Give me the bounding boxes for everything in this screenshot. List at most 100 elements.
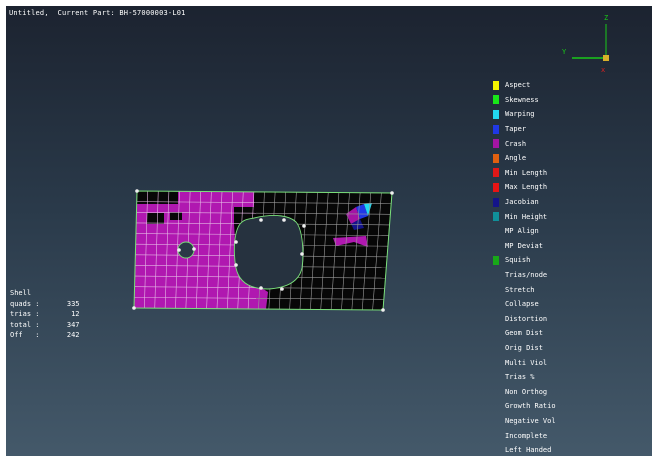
mesh-node (381, 308, 385, 312)
legend-swatch (493, 343, 499, 352)
legend-swatch (493, 197, 499, 207)
z-axis-label: Z (604, 14, 608, 22)
mesh-node (135, 189, 139, 193)
mesh-node (234, 263, 238, 267)
legend-label: Trias % (505, 373, 535, 382)
legend-swatch (493, 402, 499, 411)
check-elements-legend: Aspect Skewness Warping Taper Crash Angle Min … (493, 78, 556, 456)
legend-label: Squish (505, 256, 531, 265)
legend-swatch (493, 314, 499, 323)
legend-label: Warping (505, 110, 535, 119)
legend-item-negative-vol: Negative Vol (493, 414, 556, 429)
legend-item-min-height: Min Height (493, 209, 556, 224)
legend-item-orig-dist: Orig Dist (493, 341, 556, 356)
legend-item-trias: Trias % (493, 370, 556, 385)
legend-item-mp-align: MP Align (493, 224, 556, 239)
legend-item-non-orthog: Non Orthog (493, 384, 556, 399)
legend-swatch (493, 387, 499, 396)
legend-item-multi-viol: Multi Viol (493, 355, 556, 370)
mesh-node (280, 287, 284, 291)
legend-swatch (493, 212, 499, 222)
legend-swatch (493, 124, 499, 134)
legend-item-angle: Angle (493, 151, 556, 166)
mesh-node (390, 191, 394, 195)
legend-item-jacobian: Jacobian (493, 195, 556, 210)
legend-item-aspect: Aspect (493, 78, 556, 93)
legend-item-max-length: Max Length (493, 180, 556, 195)
legend-label: Non Orthog (505, 387, 548, 396)
mesh-node (282, 218, 286, 222)
legend-swatch (493, 446, 499, 455)
x-axis-label: x (601, 66, 605, 74)
y-axis-label: Y (562, 48, 567, 56)
mesh-node (192, 247, 196, 251)
legend-label: Orig Dist (505, 343, 543, 352)
legend-swatch (493, 153, 499, 163)
legend-label: Geom Dist (505, 329, 543, 338)
shell-stats: Shell quads :335 trias :12 total :347 Of… (10, 289, 80, 342)
legend-item-min-length: Min Length (493, 166, 556, 181)
legend-label: Left Handed (505, 446, 552, 455)
legend-label: Jacobian (505, 198, 539, 207)
legend-swatch (493, 373, 499, 382)
legend-label: Crash (505, 139, 527, 148)
mesh-node (302, 224, 306, 228)
legend-item-left-handed: Left Handed (493, 443, 556, 456)
legend-label: Negative Vol (505, 416, 556, 425)
legend-label: Collapse (505, 300, 539, 309)
legend-swatch (493, 416, 499, 425)
legend-item-squish: Squish (493, 253, 556, 268)
legend-swatch (493, 271, 499, 280)
legend-swatch (493, 285, 499, 294)
legend-label: Aspect (505, 81, 531, 90)
legend-label: MP Deviat (505, 241, 543, 250)
legend-label: MP Align (505, 227, 539, 236)
legend-label: Trias/node (505, 271, 548, 280)
legend-label: Min Height (505, 212, 548, 221)
legend-swatch (493, 168, 499, 178)
legend-item-crash: Crash (493, 136, 556, 151)
stat-row-off: Off :242 (10, 331, 80, 339)
legend-swatch (493, 255, 499, 265)
legend-swatch (493, 109, 499, 119)
legend-label: Taper (505, 125, 527, 134)
legend-item-skewness: Skewness (493, 93, 556, 108)
stat-row-trias: trias :12 (10, 310, 80, 318)
triad-origin (603, 55, 609, 61)
legend-label: Incomplete (505, 431, 548, 440)
legend-swatch (493, 358, 499, 367)
graphics-viewport[interactable]: Untitled, Current Part: BH-57000003-L01 … (6, 6, 652, 456)
legend-swatch (493, 241, 499, 250)
legend-label: Distortion (505, 314, 548, 323)
legend-item-distortion: Distortion (493, 312, 556, 327)
legend-item-geom-dist: Geom Dist (493, 326, 556, 341)
legend-label: Growth Ratio (505, 402, 556, 411)
legend-label: Skewness (505, 95, 539, 104)
legend-swatch (493, 300, 499, 309)
axis-triad: Z Y x (562, 14, 609, 74)
rounded-square-hole (233, 215, 304, 290)
legend-item-collapse: Collapse (493, 297, 556, 312)
legend-item-warping: Warping (493, 107, 556, 122)
legend-item-stretch: Stretch (493, 282, 556, 297)
legend-swatch (493, 95, 499, 105)
legend-swatch (493, 139, 499, 149)
mesh-node (132, 306, 136, 310)
legend-swatch (493, 431, 499, 440)
legend-swatch (493, 80, 499, 90)
mesh-node (177, 248, 181, 252)
legend-label: Max Length (505, 183, 548, 192)
mesh-node (300, 252, 304, 256)
legend-item-mp-deviat: MP Deviat (493, 239, 556, 254)
stat-row-quads: quads :335 (10, 299, 80, 308)
legend-label: Angle (505, 154, 527, 163)
mesh-node (259, 218, 263, 222)
legend-item-trias-node: Trias/node (493, 268, 556, 283)
legend-item-growth-ratio: Growth Ratio (493, 399, 556, 414)
legend-label: Multi Viol (505, 358, 548, 367)
legend-label: Stretch (505, 285, 535, 294)
stats-title: Shell (10, 289, 32, 297)
legend-item-taper: Taper (493, 122, 556, 137)
mesh-node (234, 240, 238, 244)
legend-swatch (493, 182, 499, 192)
